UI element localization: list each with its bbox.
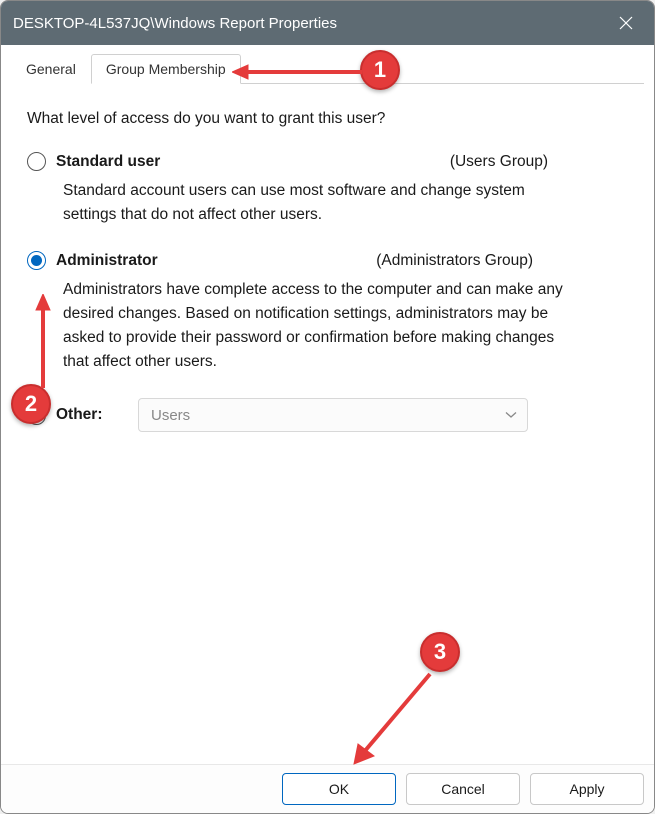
other-group-dropdown[interactable]: Users [138,398,528,432]
dropdown-value: Users [151,407,190,424]
group-membership-panel: What level of access do you want to gran… [11,84,644,756]
cancel-button[interactable]: Cancel [406,773,520,805]
apply-button[interactable]: Apply [530,773,644,805]
tab-group-membership[interactable]: Group Membership [91,54,241,84]
radio-other[interactable] [27,406,46,425]
ok-button[interactable]: OK [282,773,396,805]
tab-strip: General Group Membership [11,53,644,84]
option-admin-head: Administrator (Administrators Group) [27,251,628,270]
option-standard-head: Standard user (Users Group) [27,152,628,171]
label-administrator: Administrator [56,252,158,270]
group-standard: (Users Group) [450,153,548,171]
option-standard: Standard user (Users Group) Standard acc… [27,152,628,227]
option-other: Other: Users [27,398,628,432]
window-title: DESKTOP-4L537JQ\Windows Report Propertie… [13,15,337,32]
radio-administrator[interactable] [27,251,46,270]
properties-dialog: DESKTOP-4L537JQ\Windows Report Propertie… [0,0,655,814]
group-administrator: (Administrators Group) [376,252,533,270]
tab-general[interactable]: General [11,54,91,84]
close-icon [619,16,633,30]
label-standard: Standard user [56,153,160,171]
radio-standard[interactable] [27,152,46,171]
titlebar: DESKTOP-4L537JQ\Windows Report Propertie… [1,1,654,45]
desc-administrator: Administrators have complete access to t… [63,278,573,374]
content-area: General Group Membership What level of a… [1,45,654,764]
desc-standard: Standard account users can use most soft… [63,179,573,227]
access-question: What level of access do you want to gran… [27,110,628,128]
chevron-down-icon [505,408,517,422]
label-other: Other: [56,406,114,424]
option-administrator: Administrator (Administrators Group) Adm… [27,251,628,374]
close-button[interactable] [598,1,654,45]
dialog-buttons: OK Cancel Apply [1,764,654,813]
